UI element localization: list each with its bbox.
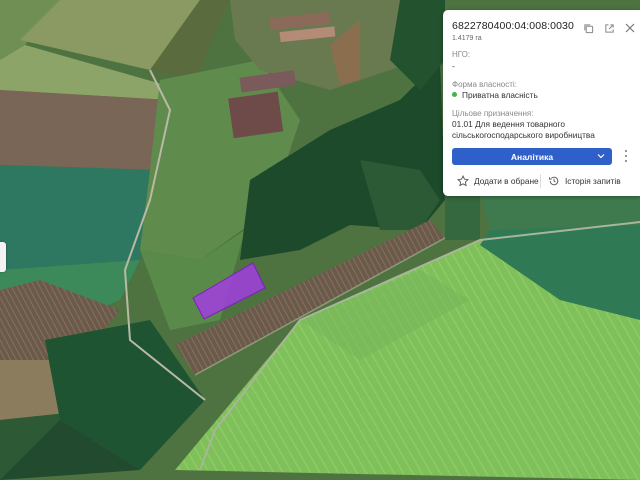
analytics-button-label: Аналітика bbox=[510, 151, 554, 162]
more-options-icon[interactable] bbox=[622, 149, 630, 163]
ownership-value: Приватна власність bbox=[462, 90, 538, 100]
ownership-status-dot bbox=[452, 92, 457, 97]
parcel-info-card: 6822780400:04:008:0030 1.4179 га НГО: - … bbox=[443, 10, 640, 196]
divider bbox=[540, 174, 541, 188]
close-icon[interactable] bbox=[623, 21, 637, 35]
ownership-label: Форма власності: bbox=[452, 80, 517, 89]
analytics-button[interactable]: Аналітика bbox=[452, 148, 612, 165]
history-icon bbox=[549, 176, 559, 186]
parcel-area: 1.4179 га bbox=[452, 35, 482, 42]
ownership-value-row: Приватна власність bbox=[452, 90, 538, 100]
star-icon bbox=[457, 175, 469, 187]
chevron-down-icon bbox=[596, 151, 606, 163]
ngo-label: НГО: bbox=[452, 50, 471, 59]
purpose-line-2: сільськогосподарського виробництва bbox=[452, 130, 595, 140]
add-to-favorites-label: Додати в обране bbox=[474, 176, 539, 186]
side-panel-handle[interactable] bbox=[0, 242, 6, 272]
external-link-icon[interactable] bbox=[602, 21, 616, 35]
purpose-label: Цільове призначення: bbox=[452, 109, 534, 118]
purpose-line-1: 01.01 Для ведення товарного bbox=[452, 119, 566, 129]
request-history-button[interactable]: Історія запитів bbox=[548, 173, 621, 189]
cadastral-number: 6822780400:04:008:0030 bbox=[452, 20, 574, 32]
copy-icon[interactable] bbox=[581, 21, 595, 35]
ngo-value: - bbox=[452, 61, 455, 71]
add-to-favorites-button[interactable]: Додати в обране bbox=[457, 173, 539, 189]
request-history-label: Історія запитів bbox=[565, 176, 621, 186]
